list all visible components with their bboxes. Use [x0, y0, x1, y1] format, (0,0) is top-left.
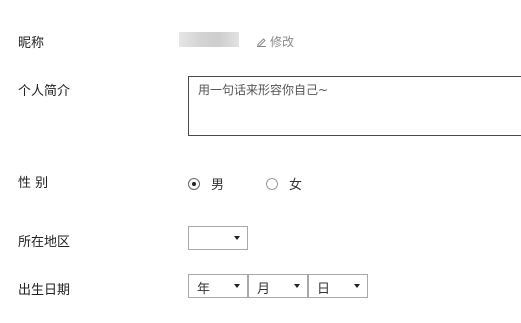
edit-label: 修改 [270, 35, 295, 49]
birth-year-select[interactable]: 年 [188, 274, 248, 298]
birth-day-value: 日 [317, 282, 331, 297]
region-select[interactable] [188, 226, 248, 250]
birthday-label: 出生日期 [18, 283, 71, 298]
birth-month-value: 月 [257, 282, 271, 297]
caret-down-icon [234, 236, 240, 240]
birth-day-select[interactable]: 日 [308, 274, 368, 298]
caret-down-icon [294, 284, 300, 288]
gender-option-label: 女 [289, 178, 303, 193]
nickname-value-redacted [179, 32, 239, 47]
gender-label: 性 别 [18, 176, 49, 191]
gender-option-label: 男 [211, 178, 225, 193]
pencil-icon [256, 36, 267, 47]
bio-textarea[interactable] [189, 77, 521, 135]
edit-nickname-button[interactable]: 修改 [256, 33, 294, 50]
gender-option-male[interactable]: 男 [188, 174, 224, 193]
radio-unchecked-icon[interactable] [266, 177, 278, 190]
birth-month-select[interactable]: 月 [248, 274, 308, 298]
birth-year-value: 年 [197, 282, 211, 297]
nickname-label: 昵称 [18, 36, 45, 51]
caret-down-icon [354, 284, 360, 288]
gender-option-female[interactable]: 女 [266, 174, 302, 193]
bio-textarea-container [188, 76, 521, 136]
caret-down-icon [234, 284, 240, 288]
region-label: 所在地区 [18, 235, 71, 250]
bio-label: 个人简介 [18, 84, 71, 99]
radio-checked-icon[interactable] [188, 177, 200, 190]
